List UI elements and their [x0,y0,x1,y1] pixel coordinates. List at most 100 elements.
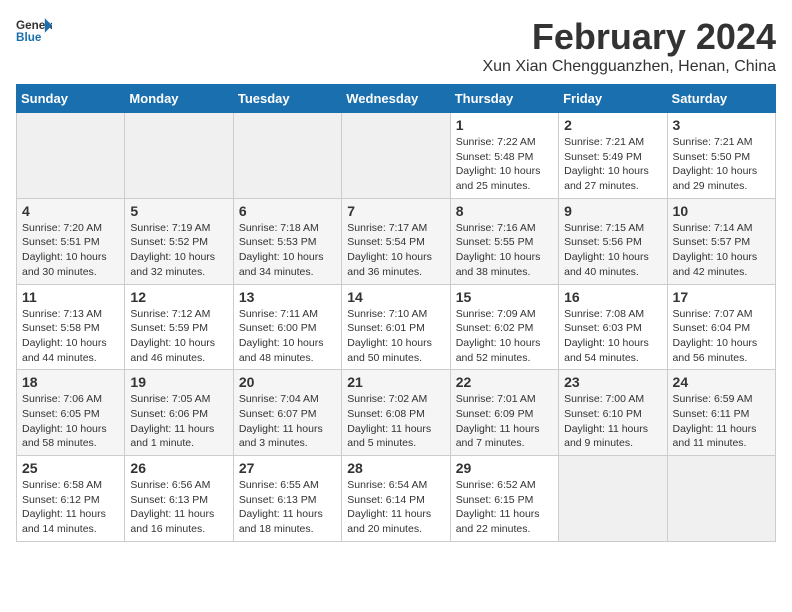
day-info: Sunrise: 7:13 AM Sunset: 5:58 PM Dayligh… [22,307,119,366]
day-info: Sunrise: 6:52 AM Sunset: 6:15 PM Dayligh… [456,478,553,537]
day-info: Sunrise: 7:11 AM Sunset: 6:00 PM Dayligh… [239,307,336,366]
calendar-cell: 7 Sunrise: 7:17 AM Sunset: 5:54 PM Daylig… [342,198,450,284]
weekday-header: Friday [559,85,667,113]
day-info: Sunrise: 7:14 AM Sunset: 5:57 PM Dayligh… [673,221,770,280]
calendar-cell: 25 Sunrise: 6:58 AM Sunset: 6:12 PM Dayli… [17,456,125,542]
calendar-cell: 16 Sunrise: 7:08 AM Sunset: 6:03 PM Dayli… [559,284,667,370]
day-info: Sunrise: 6:59 AM Sunset: 6:11 PM Dayligh… [673,392,770,451]
day-info: Sunrise: 7:08 AM Sunset: 6:03 PM Dayligh… [564,307,661,366]
day-info: Sunrise: 7:02 AM Sunset: 6:08 PM Dayligh… [347,392,444,451]
day-number: 22 [456,374,553,390]
calendar-cell: 6 Sunrise: 7:18 AM Sunset: 5:53 PM Daylig… [233,198,341,284]
day-number: 19 [130,374,227,390]
day-number: 24 [673,374,770,390]
day-info: Sunrise: 6:56 AM Sunset: 6:13 PM Dayligh… [130,478,227,537]
day-info: Sunrise: 6:58 AM Sunset: 6:12 PM Dayligh… [22,478,119,537]
day-info: Sunrise: 7:21 AM Sunset: 5:50 PM Dayligh… [673,135,770,194]
calendar-cell: 8 Sunrise: 7:16 AM Sunset: 5:55 PM Daylig… [450,198,558,284]
day-info: Sunrise: 7:10 AM Sunset: 6:01 PM Dayligh… [347,307,444,366]
day-number: 7 [347,203,444,219]
weekday-header: Tuesday [233,85,341,113]
day-number: 2 [564,117,661,133]
logo: General Blue [16,16,52,44]
calendar-cell: 10 Sunrise: 7:14 AM Sunset: 5:57 PM Dayli… [667,198,775,284]
calendar-cell [17,113,125,199]
day-info: Sunrise: 7:21 AM Sunset: 5:49 PM Dayligh… [564,135,661,194]
day-number: 5 [130,203,227,219]
day-number: 27 [239,460,336,476]
title-block: February 2024 Xun Xian Chengguanzhen, He… [482,16,776,76]
calendar-cell: 13 Sunrise: 7:11 AM Sunset: 6:00 PM Dayli… [233,284,341,370]
calendar-cell [559,456,667,542]
day-number: 9 [564,203,661,219]
calendar-cell: 21 Sunrise: 7:02 AM Sunset: 6:08 PM Dayli… [342,370,450,456]
day-info: Sunrise: 6:55 AM Sunset: 6:13 PM Dayligh… [239,478,336,537]
weekday-header: Monday [125,85,233,113]
calendar-cell: 4 Sunrise: 7:20 AM Sunset: 5:51 PM Daylig… [17,198,125,284]
calendar-cell: 5 Sunrise: 7:19 AM Sunset: 5:52 PM Daylig… [125,198,233,284]
calendar-cell: 28Sunrise: 6:54 AM Sunset: 6:14 PM Dayli… [342,456,450,542]
calendar-cell [125,113,233,199]
calendar-cell: 18Sunrise: 7:06 AM Sunset: 6:05 PM Dayli… [17,370,125,456]
calendar-cell [233,113,341,199]
day-info: Sunrise: 7:01 AM Sunset: 6:09 PM Dayligh… [456,392,553,451]
day-number: 23 [564,374,661,390]
day-number: 1 [456,117,553,133]
day-number: 8 [456,203,553,219]
day-info: Sunrise: 7:17 AM Sunset: 5:54 PM Dayligh… [347,221,444,280]
day-number: 13 [239,289,336,305]
calendar-table: SundayMondayTuesdayWednesdayThursdayFrid… [16,84,776,542]
weekday-header: Thursday [450,85,558,113]
day-number: 26 [130,460,227,476]
calendar-cell: 17 Sunrise: 7:07 AM Sunset: 6:04 PM Dayli… [667,284,775,370]
day-info: Sunrise: 7:04 AM Sunset: 6:07 PM Dayligh… [239,392,336,451]
page-header: General Blue February 2024 Xun Xian Chen… [16,16,776,76]
calendar-cell: 29Sunrise: 6:52 AM Sunset: 6:15 PM Dayli… [450,456,558,542]
day-info: Sunrise: 7:16 AM Sunset: 5:55 PM Dayligh… [456,221,553,280]
day-number: 25 [22,460,119,476]
calendar-cell: 23 Sunrise: 7:00 AM Sunset: 6:10 PM Dayli… [559,370,667,456]
day-number: 17 [673,289,770,305]
day-number: 6 [239,203,336,219]
day-number: 4 [22,203,119,219]
calendar-cell: 12Sunrise: 7:12 AM Sunset: 5:59 PM Dayli… [125,284,233,370]
calendar-cell: 11 Sunrise: 7:13 AM Sunset: 5:58 PM Dayli… [17,284,125,370]
calendar-cell: 2 Sunrise: 7:21 AM Sunset: 5:49 PM Daylig… [559,113,667,199]
weekday-header: Saturday [667,85,775,113]
calendar-cell: 19Sunrise: 7:05 AM Sunset: 6:06 PM Dayli… [125,370,233,456]
weekday-header: Wednesday [342,85,450,113]
month-title: February 2024 [482,16,776,58]
weekday-header: Sunday [17,85,125,113]
calendar-cell: 1Sunrise: 7:22 AM Sunset: 5:48 PM Daylig… [450,113,558,199]
day-number: 3 [673,117,770,133]
calendar-cell: 3 Sunrise: 7:21 AM Sunset: 5:50 PM Daylig… [667,113,775,199]
day-info: Sunrise: 7:09 AM Sunset: 6:02 PM Dayligh… [456,307,553,366]
day-number: 18 [22,374,119,390]
calendar-cell [667,456,775,542]
day-number: 20 [239,374,336,390]
calendar-cell [342,113,450,199]
day-info: Sunrise: 7:15 AM Sunset: 5:56 PM Dayligh… [564,221,661,280]
day-info: Sunrise: 7:18 AM Sunset: 5:53 PM Dayligh… [239,221,336,280]
day-info: Sunrise: 7:12 AM Sunset: 5:59 PM Dayligh… [130,307,227,366]
calendar-cell: 26 Sunrise: 6:56 AM Sunset: 6:13 PM Dayli… [125,456,233,542]
day-info: Sunrise: 7:00 AM Sunset: 6:10 PM Dayligh… [564,392,661,451]
location-title: Xun Xian Chengguanzhen, Henan, China [482,58,776,76]
calendar-cell: 20 Sunrise: 7:04 AM Sunset: 6:07 PM Dayli… [233,370,341,456]
day-number: 16 [564,289,661,305]
calendar-cell: 24 Sunrise: 6:59 AM Sunset: 6:11 PM Dayli… [667,370,775,456]
day-info: Sunrise: 7:20 AM Sunset: 5:51 PM Dayligh… [22,221,119,280]
day-number: 15 [456,289,553,305]
calendar-cell: 22 Sunrise: 7:01 AM Sunset: 6:09 PM Dayli… [450,370,558,456]
calendar-cell: 27 Sunrise: 6:55 AM Sunset: 6:13 PM Dayli… [233,456,341,542]
day-number: 21 [347,374,444,390]
logo-icon: General Blue [16,16,52,44]
day-number: 14 [347,289,444,305]
day-info: Sunrise: 7:07 AM Sunset: 6:04 PM Dayligh… [673,307,770,366]
day-info: Sunrise: 7:19 AM Sunset: 5:52 PM Dayligh… [130,221,227,280]
day-number: 10 [673,203,770,219]
day-number: 11 [22,289,119,305]
svg-text:Blue: Blue [16,31,42,44]
day-number: 28 [347,460,444,476]
calendar-header: SundayMondayTuesdayWednesdayThursdayFrid… [17,85,776,113]
